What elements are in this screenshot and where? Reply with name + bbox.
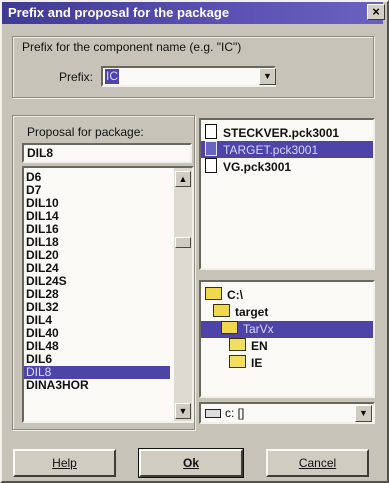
close-icon: × xyxy=(372,4,380,19)
help-button-label: Help xyxy=(52,456,77,470)
directory-name: EN xyxy=(251,339,268,353)
cancel-button[interactable]: Cancel xyxy=(266,449,369,477)
package-list[interactable]: D6 D7 DIL10 DIL14 DIL16 DIL18 DIL20 DIL24 DIL24S… xyxy=(22,166,194,423)
title-bar: Prefix and proposal for the package xyxy=(2,2,383,24)
prefix-combo[interactable]: IC xyxy=(101,66,276,87)
file-list-item[interactable]: VG.pck3001 xyxy=(201,158,373,175)
folder-icon xyxy=(229,355,246,368)
directory-item[interactable]: IE xyxy=(201,355,373,372)
package-input[interactable]: DIL8 xyxy=(22,143,192,163)
help-button[interactable]: Help xyxy=(13,449,116,477)
file-list-item[interactable]: TARGET.pck3001 xyxy=(201,141,373,158)
open-folder-icon xyxy=(205,287,222,300)
directory-item[interactable]: target xyxy=(201,304,373,321)
package-list-scrollbar[interactable]: ▲ ▼ xyxy=(174,168,192,421)
chevron-down-icon: ▼ xyxy=(359,408,368,418)
drive-icon xyxy=(205,409,221,418)
directory-item[interactable]: EN xyxy=(201,338,373,355)
window-title: Prefix and proposal for the package xyxy=(8,5,230,20)
package-input-value: DIL8 xyxy=(27,146,54,160)
directory-name: C:\ xyxy=(227,288,243,302)
directory-name: target xyxy=(235,305,269,319)
ok-button[interactable]: Ok xyxy=(138,448,244,478)
directory-name: TarVx xyxy=(243,322,274,336)
file-name: TARGET.pck3001 xyxy=(223,143,319,157)
close-button[interactable]: × xyxy=(367,4,385,20)
scroll-up-button[interactable]: ▲ xyxy=(175,171,191,187)
document-icon xyxy=(205,124,217,139)
prefix-value: IC xyxy=(105,69,119,84)
document-icon xyxy=(205,141,217,156)
arrow-down-icon: ▼ xyxy=(178,406,188,416)
ok-button-label: Ok xyxy=(182,456,199,470)
directory-item[interactable]: TarVx xyxy=(201,321,373,338)
file-name: STECKVER.pck3001 xyxy=(223,126,340,140)
drive-combo[interactable]: c: [] xyxy=(199,402,375,424)
prefix-label: Prefix: xyxy=(59,70,94,84)
cancel-button-label: Cancel xyxy=(298,456,337,470)
directory-item[interactable]: C:\ xyxy=(201,287,373,304)
directory-name: IE xyxy=(251,356,263,370)
directory-list[interactable]: C:\ target TarVx EN IE xyxy=(199,280,375,398)
scroll-thumb[interactable] xyxy=(175,237,191,248)
folder-icon xyxy=(229,338,246,351)
drive-dropdown-button[interactable]: ▼ xyxy=(355,405,372,422)
drive-value: c: [] xyxy=(225,406,245,420)
package-list-item[interactable]: DINA3HOR xyxy=(24,379,170,392)
open-folder-icon xyxy=(221,321,238,334)
scroll-down-button[interactable]: ▼ xyxy=(175,403,191,419)
arrow-up-icon: ▲ xyxy=(178,174,188,184)
prefix-group-caption: Prefix for the component name (e.g. "IC"… xyxy=(22,40,242,54)
proposal-caption: Proposal for package: xyxy=(27,125,144,139)
file-name: VG.pck3001 xyxy=(223,160,292,174)
open-folder-icon xyxy=(213,304,230,317)
package-list-item[interactable]: D6 xyxy=(24,171,170,184)
file-list[interactable]: STECKVER.pck3001 TARGET.pck3001 VG.pck3001 xyxy=(199,118,375,270)
file-list-item[interactable]: STECKVER.pck3001 xyxy=(201,124,373,141)
document-icon xyxy=(205,158,217,173)
chevron-down-icon: ▼ xyxy=(263,71,272,81)
prefix-dropdown-button[interactable]: ▼ xyxy=(259,68,276,85)
